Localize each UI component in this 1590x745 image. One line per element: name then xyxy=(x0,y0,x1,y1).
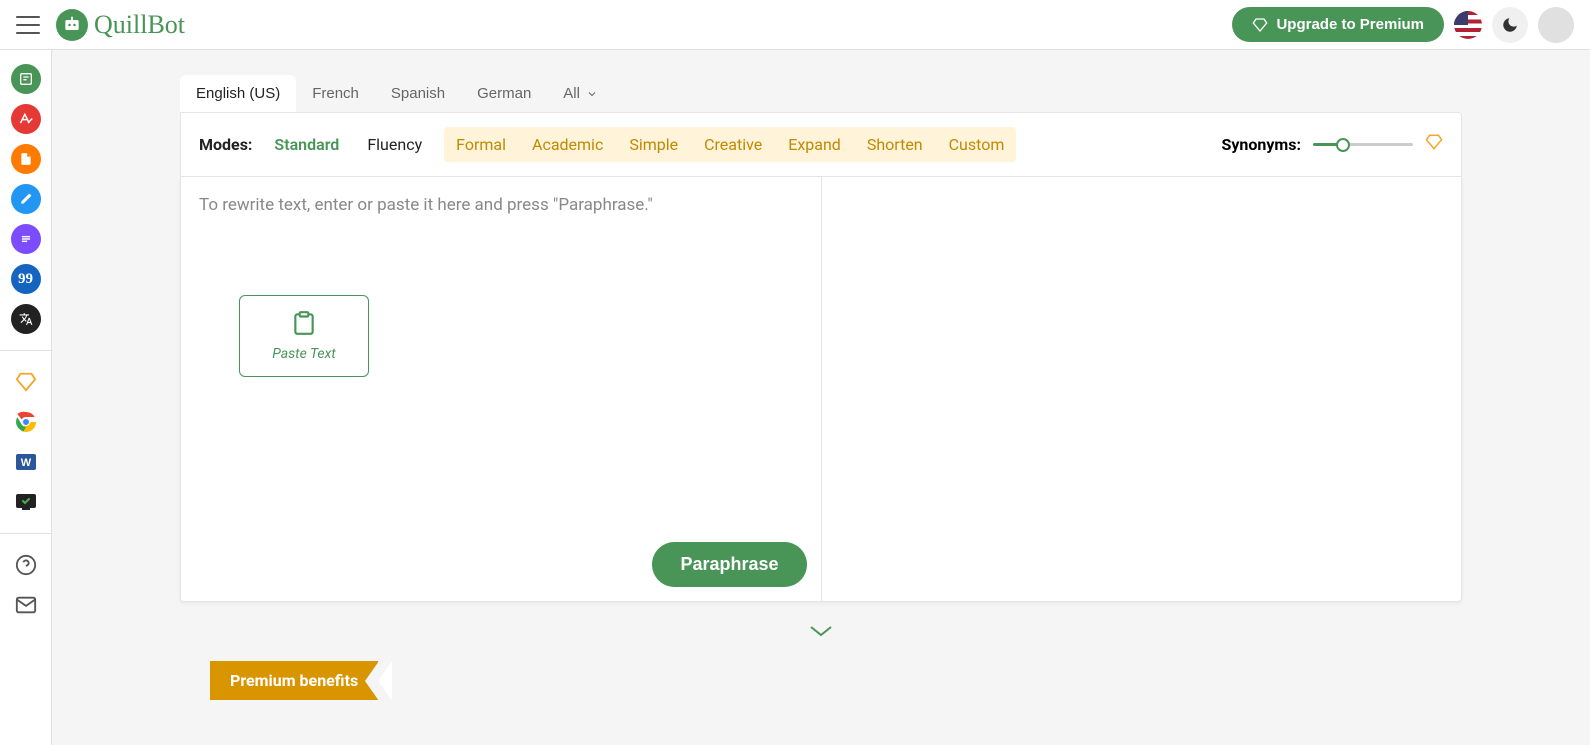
paste-label: Paste Text xyxy=(250,346,358,362)
language-tabs: English (US) French Spanish German All xyxy=(180,75,1462,112)
lang-tab-german[interactable]: German xyxy=(461,75,547,112)
lang-all-label: All xyxy=(563,85,580,102)
chevron-down-icon xyxy=(586,88,598,100)
mode-custom[interactable]: Custom xyxy=(941,129,1013,160)
sidebar-translator-icon[interactable] xyxy=(11,304,41,334)
sidebar-separator xyxy=(0,350,51,351)
clipboard-icon xyxy=(291,310,317,336)
sidebar-feedback-icon[interactable] xyxy=(11,590,41,620)
chevron-down-icon xyxy=(809,625,833,637)
editor-panes: To rewrite text, enter or paste it here … xyxy=(180,177,1462,602)
paste-text-button[interactable]: Paste Text xyxy=(239,295,369,377)
sidebar-macos-icon[interactable] xyxy=(11,487,41,517)
lang-tab-all[interactable]: All xyxy=(547,75,614,112)
slider-thumb[interactable] xyxy=(1336,138,1350,152)
sidebar-plagiarism-icon[interactable] xyxy=(11,144,41,174)
mode-expand[interactable]: Expand xyxy=(780,129,849,160)
ribbon-notch xyxy=(365,661,379,701)
premium-benefits-label: Premium benefits xyxy=(210,661,378,700)
mode-creative[interactable]: Creative xyxy=(696,129,770,160)
modes-bar: Modes: Standard Fluency Formal Academic … xyxy=(180,112,1462,177)
output-pane xyxy=(822,177,1462,601)
synonyms-label: Synonyms: xyxy=(1221,135,1301,154)
brand-name: QuillBot xyxy=(94,10,185,40)
mode-shorten[interactable]: Shorten xyxy=(859,129,931,160)
diamond-icon xyxy=(1252,17,1268,33)
mode-simple[interactable]: Simple xyxy=(621,129,686,160)
moon-icon xyxy=(1501,16,1519,34)
paraphrase-button[interactable]: Paraphrase xyxy=(652,542,806,587)
tool-sidebar: 99 W xyxy=(0,50,52,745)
sidebar-premium-icon[interactable] xyxy=(11,367,41,397)
lang-tab-french[interactable]: French xyxy=(296,75,375,112)
sidebar-citation-icon[interactable]: 99 xyxy=(11,264,41,294)
input-pane[interactable]: To rewrite text, enter or paste it here … xyxy=(181,177,822,601)
mode-formal[interactable]: Formal xyxy=(448,129,514,160)
menu-icon[interactable] xyxy=(16,16,40,34)
sidebar-paraphraser-icon[interactable] xyxy=(11,64,41,94)
modes-label: Modes: xyxy=(199,135,252,154)
user-avatar[interactable] xyxy=(1538,7,1574,43)
synonyms-control: Synonyms: xyxy=(1221,133,1443,156)
sidebar-separator-2 xyxy=(0,533,51,534)
sidebar-grammar-icon[interactable] xyxy=(11,104,41,134)
input-placeholder: To rewrite text, enter or paste it here … xyxy=(199,195,803,215)
lang-tab-english[interactable]: English (US) xyxy=(180,75,296,112)
lang-tab-spanish[interactable]: Spanish xyxy=(375,75,461,112)
brand-logo[interactable]: QuillBot xyxy=(56,9,185,41)
dark-mode-toggle[interactable] xyxy=(1492,7,1528,43)
sidebar-word-icon[interactable]: W xyxy=(11,447,41,477)
mode-standard[interactable]: Standard xyxy=(268,131,345,158)
main-area: English (US) French Spanish German All M… xyxy=(52,50,1590,745)
upgrade-button[interactable]: Upgrade to Premium xyxy=(1232,7,1444,42)
premium-modes: Formal Academic Simple Creative Expand S… xyxy=(444,127,1016,162)
synonyms-slider[interactable] xyxy=(1313,143,1413,146)
app-header: QuillBot Upgrade to Premium xyxy=(0,0,1590,50)
diamond-icon xyxy=(1425,133,1443,156)
sidebar-summarizer-icon[interactable] xyxy=(11,224,41,254)
mode-academic[interactable]: Academic xyxy=(524,129,611,160)
sidebar-cowriter-icon[interactable] xyxy=(11,184,41,214)
mode-fluency[interactable]: Fluency xyxy=(361,131,428,158)
expand-toggle[interactable] xyxy=(180,602,1462,661)
language-flag-icon[interactable] xyxy=(1454,11,1482,39)
svg-text:W: W xyxy=(20,457,31,469)
premium-benefits-ribbon[interactable]: Premium benefits xyxy=(210,661,378,700)
logo-icon xyxy=(56,9,88,41)
sidebar-chrome-icon[interactable] xyxy=(11,407,41,437)
upgrade-label: Upgrade to Premium xyxy=(1276,16,1424,33)
sidebar-help-icon[interactable] xyxy=(11,550,41,580)
